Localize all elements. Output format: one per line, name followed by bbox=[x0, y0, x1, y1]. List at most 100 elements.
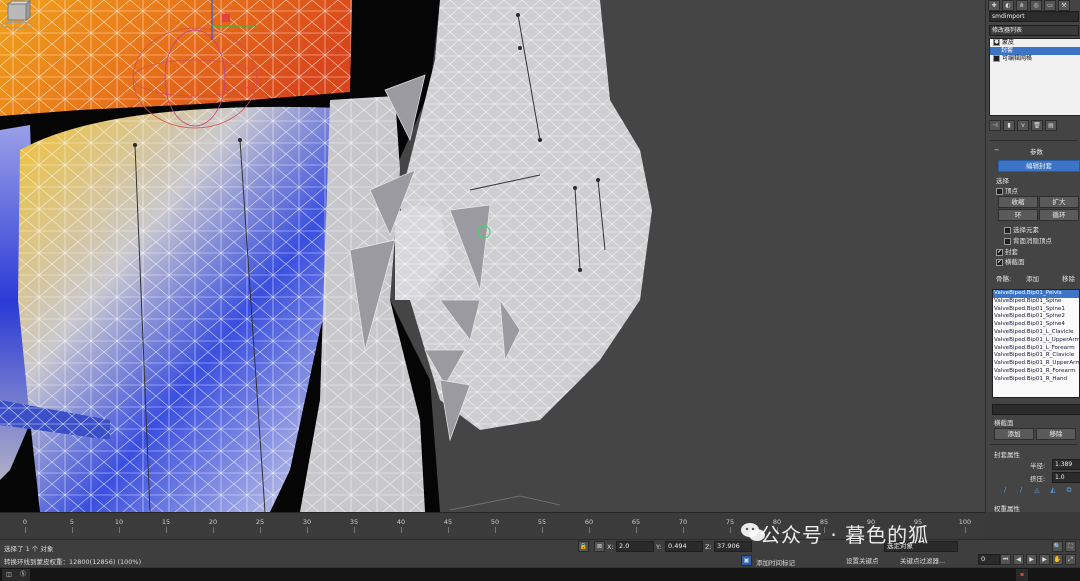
checkbox-label: 顶点 bbox=[1005, 187, 1018, 195]
relative-icon[interactable]: ∕ bbox=[1016, 486, 1026, 495]
checkbox-label: 横截面 bbox=[1005, 258, 1025, 266]
params-header[interactable]: 参数 bbox=[1030, 146, 1043, 156]
viewcube-icon[interactable] bbox=[0, 0, 34, 30]
maximize-viewport-icon[interactable]: ⤢ bbox=[1065, 554, 1076, 565]
modify-tab-icon[interactable]: ◐ bbox=[1002, 0, 1014, 11]
modifier-list-dropdown[interactable]: 修改器列表 bbox=[989, 25, 1079, 36]
bone-item[interactable]: ValveBiped.Bip01_Spine1 bbox=[993, 306, 1079, 314]
timeline-tick bbox=[213, 527, 214, 533]
ring-button[interactable]: 环 bbox=[998, 209, 1038, 221]
key-filters-button[interactable]: 关键点过滤器... bbox=[900, 555, 945, 565]
x-coordinate-field[interactable]: 2.0 bbox=[616, 541, 654, 552]
timeline-tick-label: 10 bbox=[114, 518, 124, 526]
select-section-label: 选择 bbox=[996, 177, 1009, 185]
hierarchy-tab-icon[interactable]: ⋔ bbox=[1016, 0, 1028, 11]
remove-bone-button[interactable]: 移除 bbox=[1062, 273, 1075, 283]
radius-field[interactable]: 1.389 bbox=[1052, 459, 1080, 470]
perspective-viewport[interactable] bbox=[0, 0, 985, 512]
bone-item[interactable]: ValveBiped.Bip01_R_Hand bbox=[993, 376, 1079, 384]
prompt-line: 转换环线到蒙皮权重：12800(12856) (100%) bbox=[4, 558, 142, 566]
copy-paste-icon[interactable]: ⧉ bbox=[1064, 486, 1074, 495]
envelopes-checkbox[interactable]: ✔ 封套 bbox=[996, 246, 1018, 256]
stack-item-label: 蒙皮 bbox=[1002, 39, 1015, 46]
utilities-tab-icon[interactable]: ⚒ bbox=[1058, 0, 1070, 11]
tray-icon[interactable]: ▪ bbox=[1016, 569, 1028, 581]
checkmark-icon[interactable]: ✔ bbox=[996, 248, 1003, 256]
pan-icon[interactable]: ✋ bbox=[1052, 554, 1063, 565]
pin-stack-icon[interactable]: ⊣ bbox=[989, 120, 1001, 131]
next-frame-icon[interactable]: ▶ bbox=[1039, 554, 1050, 565]
timeline-tick-label: 70 bbox=[678, 518, 688, 526]
add-time-tag[interactable]: 添加时间标记 bbox=[756, 557, 795, 567]
play-icon[interactable]: ▶ bbox=[1026, 554, 1037, 565]
remove-modifier-icon[interactable]: 🗑 bbox=[1031, 120, 1043, 131]
absolute-mode-icon[interactable]: ⊠ bbox=[594, 541, 605, 552]
bone-item[interactable]: ValveBiped.Bip01_R_Forearm bbox=[993, 368, 1079, 376]
bone-item[interactable]: ValveBiped.Bip01_L_Clavicle bbox=[993, 329, 1079, 337]
object-name-field[interactable]: smdimport bbox=[989, 11, 1079, 22]
configure-sets-icon[interactable]: ▤ bbox=[1045, 120, 1057, 131]
eye-icon[interactable]: ● bbox=[993, 39, 1000, 46]
stack-item-editable-mesh[interactable]: 可编辑网格 bbox=[990, 55, 1080, 63]
add-bone-button[interactable]: 添加 bbox=[1026, 273, 1039, 283]
rollout-collapse-icon[interactable]: − bbox=[994, 146, 999, 154]
backface-cull-checkbox[interactable]: 背面消隐顶点 bbox=[1004, 235, 1052, 245]
falloff-icon[interactable]: ◭ bbox=[1048, 486, 1058, 495]
bone-filter-field[interactable] bbox=[992, 404, 1080, 415]
make-unique-icon[interactable]: ⋎ bbox=[1017, 120, 1029, 131]
radius-label: 半径: bbox=[1030, 462, 1046, 470]
lock-icon[interactable]: 🔒 bbox=[578, 541, 589, 552]
zoom-icon[interactable]: 🔍 bbox=[1052, 541, 1063, 552]
stack-item-skin[interactable]: ● 蒙皮 bbox=[990, 39, 1080, 47]
go-to-start-icon[interactable]: ⏮ bbox=[1000, 554, 1011, 565]
squash-field[interactable]: 1.0 bbox=[1052, 472, 1080, 483]
start-icon[interactable]: ◫ bbox=[2, 569, 16, 581]
os-taskbar: ◫ Ⓢ ▪ bbox=[0, 567, 1080, 581]
show-end-result-icon[interactable]: ▮ bbox=[1003, 120, 1015, 131]
cs-add-button[interactable]: 添加 bbox=[994, 428, 1034, 440]
set-key-label[interactable]: 设置关键点 bbox=[846, 555, 879, 565]
timeline-tick-label: 0 bbox=[22, 518, 28, 526]
create-tab-icon[interactable]: ✚ bbox=[988, 0, 1000, 11]
selection-status: 选择了 1 个 对象 bbox=[4, 545, 54, 553]
grow-button[interactable]: 扩大 bbox=[1039, 196, 1079, 208]
timeline-tick-label: 5 bbox=[69, 518, 75, 526]
timeline-tick bbox=[166, 527, 167, 533]
cross-sections-checkbox[interactable]: ✔ 横截面 bbox=[996, 256, 1025, 266]
checkbox-icon[interactable] bbox=[996, 187, 1003, 195]
bone-item[interactable]: ValveBiped.Bip01_Pelvis bbox=[993, 290, 1079, 298]
bone-item[interactable]: ValveBiped.Bip01_R_Clavicle bbox=[993, 352, 1079, 360]
bone-item[interactable]: ValveBiped.Bip01_Spine bbox=[993, 298, 1079, 306]
cs-remove-button[interactable]: 移除 bbox=[1036, 428, 1076, 440]
y-label: Y: bbox=[656, 543, 662, 551]
3dsmax-app-icon[interactable]: Ⓢ bbox=[16, 569, 30, 581]
timeline-tick-label: 65 bbox=[631, 518, 641, 526]
zoom-extents-icon[interactable]: ⛶ bbox=[1065, 541, 1076, 552]
absolute-icon[interactable]: ∕ bbox=[1000, 486, 1010, 495]
checkmark-icon[interactable]: ✔ bbox=[996, 258, 1003, 266]
bone-list[interactable]: ValveBiped.Bip01_Pelvis ValveBiped.Bip01… bbox=[992, 289, 1080, 398]
bone-item[interactable]: ValveBiped.Bip01_Spine4 bbox=[993, 321, 1079, 329]
shrink-button[interactable]: 收缩 bbox=[998, 196, 1038, 208]
motion-tab-icon[interactable]: ◎ bbox=[1030, 0, 1042, 11]
edit-envelope-button[interactable]: 编辑封套 bbox=[998, 160, 1080, 172]
stack-item-envelope[interactable]: 封套 bbox=[990, 47, 1080, 55]
display-tab-icon[interactable]: ▭ bbox=[1044, 0, 1056, 11]
timeline-tick bbox=[260, 527, 261, 533]
timeline-tick bbox=[72, 527, 73, 533]
select-element-checkbox[interactable]: 选择元素 bbox=[1004, 224, 1039, 234]
vertices-checkbox[interactable]: 顶点 bbox=[996, 185, 1018, 195]
loop-button[interactable]: 循环 bbox=[1039, 209, 1079, 221]
time-tag-icon[interactable]: ▣ bbox=[741, 555, 752, 566]
envelope-visible-icon[interactable]: ◬ bbox=[1032, 486, 1042, 495]
y-coordinate-field[interactable]: 0.494 bbox=[665, 541, 703, 552]
current-frame-field[interactable]: 0 bbox=[978, 554, 1000, 565]
prev-frame-icon[interactable]: ◀ bbox=[1013, 554, 1024, 565]
checkbox-icon[interactable] bbox=[1004, 237, 1011, 245]
bone-item[interactable]: ValveBiped.Bip01_R_UpperArm bbox=[993, 360, 1079, 368]
checkbox-icon[interactable] bbox=[1004, 226, 1011, 234]
bone-item[interactable]: ValveBiped.Bip01_L_UpperArm bbox=[993, 337, 1079, 345]
bone-item[interactable]: ValveBiped.Bip01_L_Forearm bbox=[993, 345, 1079, 353]
timeline-tick-label: 55 bbox=[537, 518, 547, 526]
bone-item[interactable]: ValveBiped.Bip01_Spine2 bbox=[993, 313, 1079, 321]
